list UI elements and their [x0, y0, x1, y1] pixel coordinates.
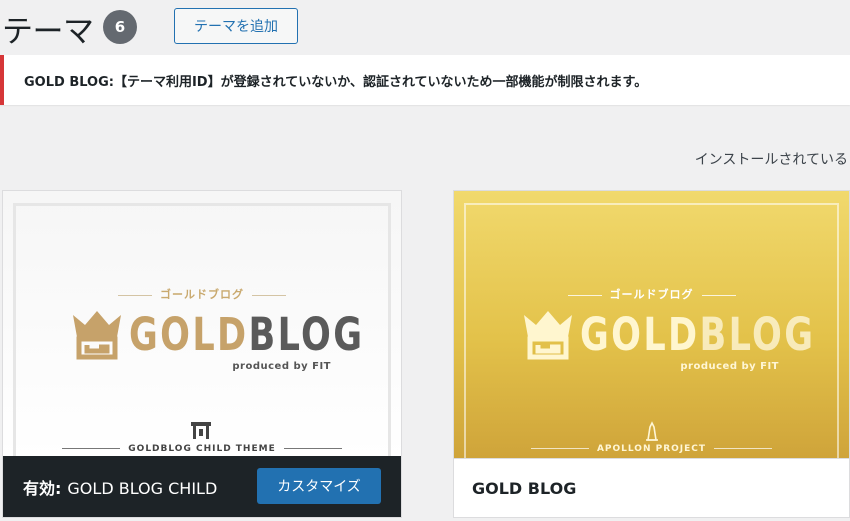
- license-notice: GOLD BLOG:【テーマ利用ID】が登録されていないか、認証されていないため…: [0, 55, 850, 105]
- logo-wordmark: GOLDBLOG: [129, 307, 364, 363]
- logo-part-gold: GOLD: [580, 308, 700, 361]
- notice-text: GOLD BLOG:【テーマ利用ID】が登録されていないか、認証されていないため…: [24, 74, 648, 90]
- logo-wordmark: GOLDBLOG: [580, 307, 815, 363]
- customize-button[interactable]: カスタマイズ: [257, 468, 381, 504]
- active-theme-bar: 有効: GOLD BLOG CHILD カスタマイズ: [3, 456, 401, 517]
- add-theme-button[interactable]: テーマを追加: [174, 8, 298, 44]
- screenshot-footer-label: GOLDBLOG CHILD THEME: [3, 444, 401, 454]
- theme-name-bar[interactable]: GOLD BLOG: [454, 458, 849, 517]
- active-theme-name: 有効: GOLD BLOG CHILD: [23, 475, 217, 499]
- theme-card-goldblog-child[interactable]: ゴールドブログ GOLDBLOG produced by FIT GOLDBLO…: [2, 190, 402, 518]
- page-title: テーマ: [2, 14, 94, 50]
- theme-card-goldblog[interactable]: ゴールドブログ GOLDBLOG produced by FIT APOLLON…: [453, 190, 850, 518]
- bench-icon: [191, 422, 211, 439]
- produced-by-label: produced by FIT: [680, 361, 779, 372]
- screenshot-sub-label: ゴールドブログ: [454, 286, 849, 302]
- crown-logo-icon: [524, 311, 572, 360]
- produced-by-label: produced by FIT: [232, 361, 331, 372]
- tower-icon: [646, 421, 658, 441]
- logo-part-blog: BLOG: [248, 308, 365, 361]
- crown-logo-icon: [73, 311, 121, 360]
- active-prefix: 有効:: [23, 478, 62, 498]
- theme-count-badge: 6: [103, 10, 137, 44]
- theme-name: GOLD BLOG: [472, 478, 577, 498]
- logo-part-blog: BLOG: [699, 308, 816, 361]
- theme-screenshot[interactable]: ゴールドブログ GOLDBLOG produced by FIT GOLDBLO…: [3, 191, 401, 503]
- theme-name: GOLD BLOG CHILD: [67, 478, 218, 498]
- installed-themes-label: インストールされている: [694, 152, 848, 168]
- screenshot-footer-label: APOLLON PROJECT: [454, 444, 849, 454]
- logo-part-gold: GOLD: [129, 308, 249, 361]
- screenshot-sub-label: ゴールドブログ: [3, 286, 401, 302]
- theme-screenshot[interactable]: ゴールドブログ GOLDBLOG produced by FIT APOLLON…: [454, 191, 849, 503]
